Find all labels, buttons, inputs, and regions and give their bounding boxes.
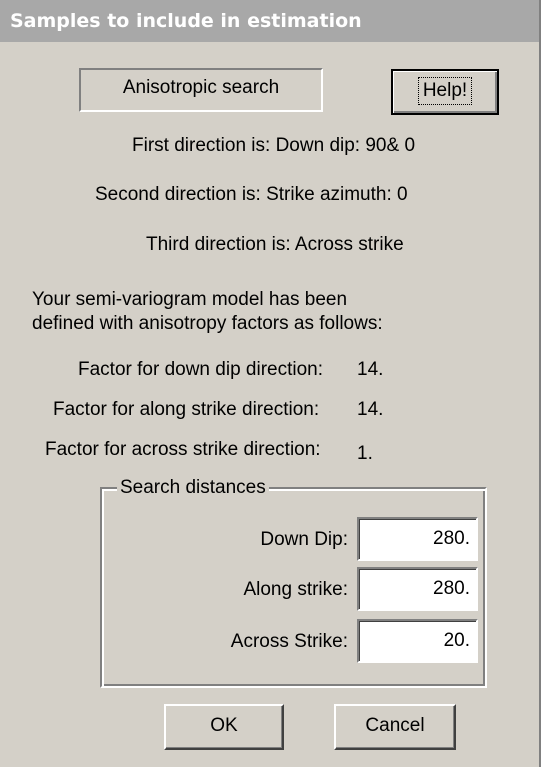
window-title: Samples to include in estimation — [10, 10, 362, 32]
title-bar[interactable]: Samples to include in estimation — [0, 0, 539, 42]
factor-across-strike-value: 1. — [357, 443, 373, 464]
second-direction-text: Second direction is: Strike azimuth: 0 — [95, 184, 408, 205]
help-button-label: Help! — [417, 77, 473, 105]
first-direction-text: First direction is: Down dip: 90& 0 — [132, 135, 416, 156]
ok-button[interactable]: OK — [164, 704, 284, 750]
across-strike-input[interactable] — [357, 619, 478, 663]
search-type-box: Anisotropic search — [79, 68, 323, 112]
help-button[interactable]: Help! — [391, 69, 499, 115]
factor-across-strike-label: Factor for across strike direction: — [45, 439, 321, 460]
across-strike-label: Across Strike: — [230, 631, 348, 652]
third-direction-text: Third direction is: Across strike — [146, 234, 404, 255]
model-note-line2: defined with anisotropy factors as follo… — [32, 313, 383, 334]
model-note-line1: Your semi-variogram model has been — [32, 289, 348, 310]
along-strike-label: Along strike: — [243, 579, 348, 600]
factor-along-strike-label: Factor for along strike direction: — [53, 399, 320, 420]
factor-down-dip-value: 14. — [357, 359, 384, 380]
down-dip-input[interactable] — [357, 517, 478, 561]
factor-along-strike-value: 14. — [357, 399, 384, 420]
cancel-button[interactable]: Cancel — [334, 704, 456, 750]
down-dip-label: Down Dip: — [260, 529, 348, 550]
factor-down-dip-label: Factor for down dip direction: — [78, 359, 324, 380]
search-distances-title: Search distances — [117, 476, 269, 500]
dialog-window: Samples to include in estimation Anisotr… — [0, 0, 541, 767]
along-strike-input[interactable] — [357, 567, 478, 611]
